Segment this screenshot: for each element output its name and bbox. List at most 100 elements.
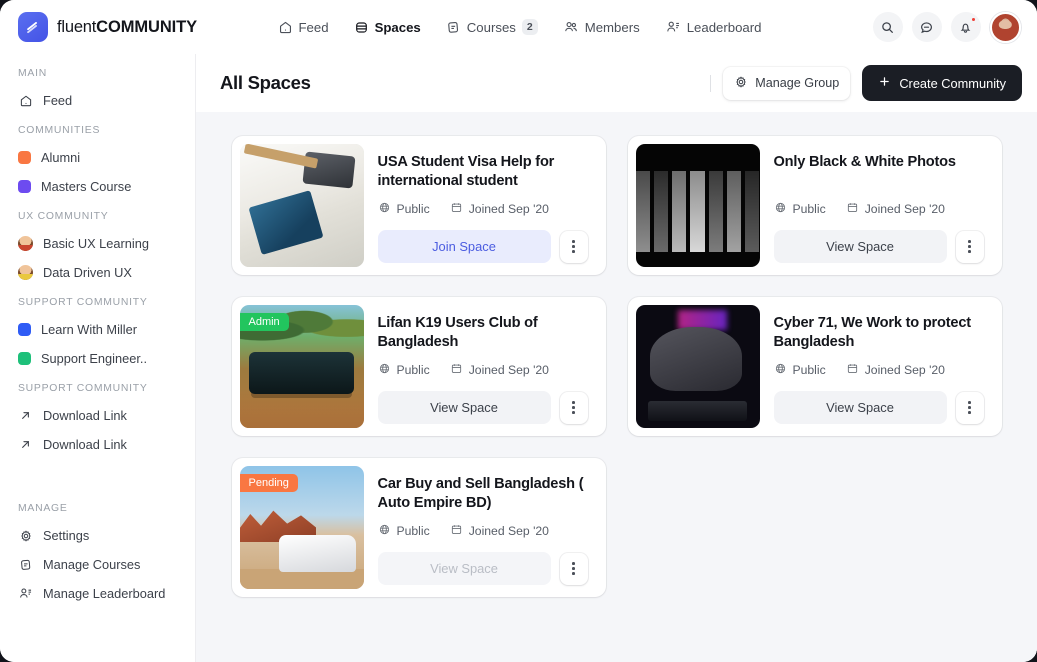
status-badge: Admin	[240, 313, 289, 331]
sidebar-item-download-link-2[interactable]: Download Link	[0, 430, 195, 459]
space-visibility: Public	[378, 362, 430, 378]
nav-item-spaces[interactable]: Spaces	[345, 14, 430, 41]
space-card-body: Only Black & White Photos Public	[774, 144, 994, 267]
courses-count-badge: 2	[522, 19, 538, 35]
sidebar-item-label: Data Driven UX	[43, 265, 132, 280]
space-avatar-icon	[18, 265, 33, 280]
sidebar-item-alumni[interactable]: Alumni	[0, 143, 195, 172]
leaderboard-icon	[665, 19, 681, 35]
space-joined: Joined Sep '20	[846, 201, 945, 217]
color-swatch-icon	[18, 352, 31, 365]
nav-label-feed: Feed	[299, 20, 329, 35]
space-visibility: Public	[774, 362, 826, 378]
space-title: Car Buy and Sell Bangladesh ( Auto Empir…	[378, 475, 588, 514]
globe-icon	[378, 523, 391, 539]
notification-bell-icon[interactable]	[951, 12, 981, 42]
space-card[interactable]: USA Student Visa Help for international …	[232, 136, 606, 275]
space-visibility-label: Public	[793, 202, 826, 216]
kebab-menu-icon[interactable]	[956, 392, 984, 424]
kebab-menu-icon[interactable]	[560, 231, 588, 263]
home-icon	[18, 94, 33, 108]
space-actions: View Space	[378, 391, 588, 424]
nav-item-leaderboard[interactable]: Leaderboard	[656, 13, 771, 41]
view-space-button[interactable]: View Space	[378, 391, 551, 424]
globe-icon	[378, 201, 391, 217]
top-header: fluentCOMMUNITY Feed Spaces Courses	[0, 0, 1037, 54]
courses-icon	[18, 558, 33, 572]
nav-item-members[interactable]: Members	[554, 13, 649, 41]
sidebar-item-manage-courses[interactable]: Manage Courses	[0, 550, 195, 579]
manage-group-label: Manage Group	[755, 76, 839, 90]
space-joined-label: Joined Sep '20	[865, 202, 945, 216]
kebab-menu-icon[interactable]	[560, 553, 588, 585]
space-visibility: Public	[774, 201, 826, 217]
sidebar-group-title-manage: MANAGE	[0, 503, 195, 514]
space-thumbnail: Admin	[240, 305, 364, 428]
sidebar-item-learn-with-miller[interactable]: Learn With Miller	[0, 315, 195, 344]
header-actions	[770, 12, 1021, 43]
sidebar-item-label: Feed	[43, 93, 72, 108]
space-card[interactable]: Only Black & White Photos Public	[628, 136, 1002, 275]
sidebar-item-feed[interactable]: Feed	[0, 86, 195, 115]
sidebar-item-download-link-1[interactable]: Download Link	[0, 401, 195, 430]
user-avatar[interactable]	[990, 12, 1021, 43]
kebab-menu-icon[interactable]	[560, 392, 588, 424]
space-card[interactable]: Cyber 71, We Work to protect Bangladesh …	[628, 297, 1002, 436]
color-swatch-icon	[18, 323, 31, 336]
sidebar-item-basic-ux-learning[interactable]: Basic UX Learning	[0, 229, 195, 258]
brand-logo-area[interactable]: fluentCOMMUNITY	[18, 12, 269, 42]
space-joined: Joined Sep '20	[450, 201, 549, 217]
create-community-button[interactable]: Create Community	[862, 65, 1022, 101]
external-link-arrow-icon	[18, 438, 33, 451]
globe-icon	[774, 362, 787, 378]
nav-item-feed[interactable]: Feed	[269, 14, 338, 41]
chat-icon[interactable]	[912, 12, 942, 42]
spaces-content: USA Student Visa Help for international …	[196, 112, 1037, 662]
kebab-menu-icon[interactable]	[956, 231, 984, 263]
space-meta: Public Joined Sep '20	[378, 523, 588, 539]
sidebar: MAIN Feed COMMUNITIES Alumni Masters Cou…	[0, 54, 196, 662]
globe-icon	[378, 362, 391, 378]
space-card[interactable]: Pending Car Buy and Sell Bangladesh ( Au…	[232, 458, 606, 597]
nav-item-courses[interactable]: Courses 2	[437, 13, 547, 41]
space-visibility-label: Public	[793, 363, 826, 377]
sidebar-item-manage-leaderboard[interactable]: Manage Leaderboard	[0, 579, 195, 608]
space-title: Only Black & White Photos	[774, 153, 984, 172]
view-space-button[interactable]: View Space	[774, 230, 947, 263]
sidebar-item-label: Learn With Miller	[41, 322, 137, 337]
space-joined-label: Joined Sep '20	[469, 363, 549, 377]
external-link-arrow-icon	[18, 409, 33, 422]
space-visibility-label: Public	[397, 524, 430, 538]
view-space-button[interactable]: View Space	[774, 391, 947, 424]
view-space-button-disabled: View Space	[378, 552, 551, 585]
calendar-icon	[450, 362, 463, 378]
create-community-label: Create Community	[899, 76, 1006, 91]
sidebar-item-data-driven-ux[interactable]: Data Driven UX	[0, 258, 195, 287]
thumbnail-art	[636, 171, 760, 252]
space-avatar-icon	[18, 236, 33, 251]
manage-group-button[interactable]: Manage Group	[723, 67, 850, 100]
fluent-logo-icon	[18, 12, 48, 42]
space-meta: Public Joined Sep '20	[774, 362, 984, 378]
space-joined-label: Joined Sep '20	[469, 202, 549, 216]
app-window: fluentCOMMUNITY Feed Spaces Courses	[0, 0, 1037, 662]
color-swatch-icon	[18, 151, 31, 164]
sidebar-group-title-support-community-1: SUPPORT COMMUNITY	[0, 297, 195, 308]
sidebar-item-settings[interactable]: Settings	[0, 521, 195, 550]
space-card-body: Lifan K19 Users Club of Bangladesh Publi…	[378, 305, 598, 428]
space-meta: Public Joined Sep '20	[774, 201, 984, 217]
sidebar-item-support-engineer[interactable]: Support Engineer..	[0, 344, 195, 373]
space-actions: View Space	[774, 391, 984, 424]
courses-icon	[446, 20, 461, 35]
sidebar-spacer	[0, 459, 195, 493]
sidebar-item-masters-course[interactable]: Masters Course	[0, 172, 195, 201]
page-header-actions: Manage Group Create Community	[710, 65, 1022, 101]
main-area: All Spaces Manage Group Create Community	[196, 54, 1037, 662]
space-title: Cyber 71, We Work to protect Bangladesh	[774, 314, 984, 353]
spaces-icon	[354, 20, 369, 35]
space-joined: Joined Sep '20	[846, 362, 945, 378]
search-icon[interactable]	[873, 12, 903, 42]
join-space-button[interactable]: Join Space	[378, 230, 551, 263]
space-card-body: USA Student Visa Help for international …	[378, 144, 598, 267]
space-card[interactable]: Admin Lifan K19 Users Club of Bangladesh…	[232, 297, 606, 436]
